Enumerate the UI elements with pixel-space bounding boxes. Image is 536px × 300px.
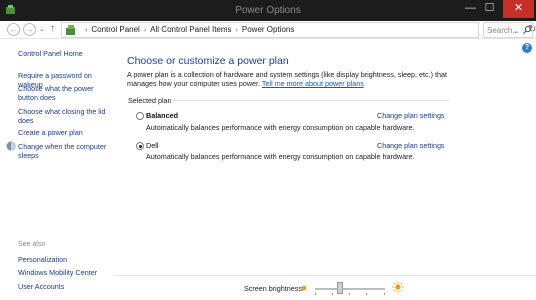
see-also-personalization[interactable]: Personalization	[18, 255, 118, 264]
navigation-bar: ← → ⌄ ↑ › Control Panel › All Control Panel…	[0, 21, 536, 39]
bottom-divider	[114, 275, 536, 276]
address-bar[interactable]: › Control Panel › All Control Panel Items › P…	[61, 22, 536, 38]
plan-description-balanced: Automatically balances performance with …	[146, 123, 415, 132]
close-button[interactable]: ✕	[503, 0, 534, 18]
change-plan-settings-dell[interactable]: Change plan settings	[377, 141, 445, 150]
bright-sun-icon	[392, 281, 404, 293]
sidebar-link-control-panel-home[interactable]: Control Panel Home	[18, 49, 118, 58]
slider-tick	[384, 293, 385, 295]
uac-shield-icon	[6, 141, 16, 151]
window-title: Power Options	[235, 5, 301, 16]
breadcrumb-power-options[interactable]: Power Options	[242, 25, 294, 34]
slider-tick	[332, 293, 333, 295]
breadcrumb-separator: ›	[235, 27, 238, 34]
search-icon[interactable]	[522, 25, 532, 35]
content-area: Control Panel Home Require a password on…	[0, 39, 536, 300]
dim-sun-icon	[301, 285, 307, 291]
plan-description-dell: Automatically balances performance with …	[146, 152, 415, 161]
group-divider	[170, 100, 450, 101]
plan-name-balanced[interactable]: Balanced	[146, 111, 178, 120]
sidebar-link-closing-lid[interactable]: Choose what closing the lid does	[18, 107, 114, 125]
sidebar: Control Panel Home Require a password on…	[0, 39, 114, 300]
search-placeholder: Search...	[487, 26, 520, 35]
maximize-button[interactable]: ☐	[481, 0, 498, 18]
help-icon[interactable]: ?	[522, 43, 532, 53]
control-panel-icon	[66, 25, 75, 35]
slider-tick	[315, 293, 316, 295]
slider-tick	[366, 293, 367, 295]
plan-radio-balanced[interactable]	[136, 112, 144, 120]
sidebar-link-power-button[interactable]: Choose what the power button does	[18, 84, 114, 102]
breadcrumb-all-items[interactable]: All Control Panel Items	[150, 25, 231, 34]
slider-tick	[349, 293, 350, 295]
search-input[interactable]: Search...	[483, 22, 533, 38]
screen-brightness-label: Screen brightness:	[244, 284, 304, 293]
plan-radio-dell[interactable]	[136, 142, 144, 150]
forward-button[interactable]: →	[23, 23, 36, 36]
tell-me-more-link[interactable]: Tell me more about power plans	[262, 79, 364, 88]
up-button[interactable]: ↑	[50, 23, 55, 34]
sidebar-link-create-plan[interactable]: Create a power plan	[18, 128, 118, 137]
see-also-mobility-center[interactable]: Windows Mobility Center	[18, 268, 118, 277]
plan-name-dell[interactable]: Dell	[146, 141, 158, 150]
change-plan-settings-balanced[interactable]: Change plan settings	[377, 111, 445, 120]
sidebar-link-computer-sleeps[interactable]: Change when the computer sleeps	[18, 142, 114, 160]
page-description: A power plan is a collection of hardware…	[127, 70, 447, 88]
brightness-slider-thumb[interactable]	[336, 282, 343, 294]
selected-plan-label: Selected plan	[128, 96, 172, 105]
minimize-button[interactable]: —	[462, 0, 479, 18]
page-title: Choose or customize a power plan	[127, 55, 289, 67]
breadcrumb-control-panel[interactable]: Control Panel	[91, 25, 139, 34]
see-also-user-accounts[interactable]: User Accounts	[18, 282, 118, 291]
brightness-slider-track[interactable]	[315, 288, 385, 290]
breadcrumb-separator: ›	[143, 27, 147, 34]
breadcrumb: › Control Panel › All Control Panel Items › P…	[81, 25, 294, 34]
see-also-heading: See also	[18, 241, 46, 248]
recent-locations-dropdown[interactable]: ⌄	[39, 25, 45, 33]
back-button[interactable]: ←	[7, 23, 20, 36]
title-bar: Power Options — ☐ ✕	[0, 0, 536, 21]
breadcrumb-separator: ›	[85, 27, 88, 34]
